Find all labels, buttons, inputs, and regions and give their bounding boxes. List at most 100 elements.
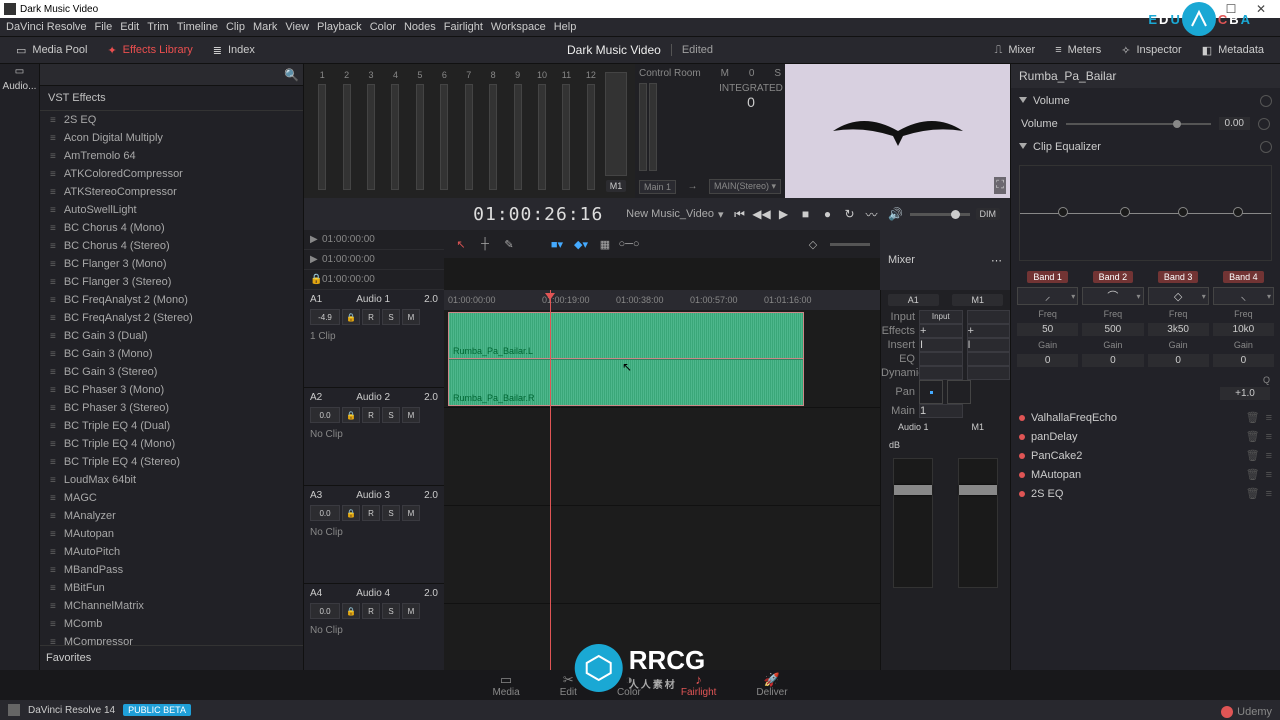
solo-button[interactable]: S (382, 603, 400, 619)
nav-edit[interactable]: ✂Edit (560, 672, 577, 698)
track-header[interactable]: A2Audio 22.00.0🔒RSMNo Clip (304, 388, 444, 486)
menu-timeline[interactable]: Timeline (177, 21, 218, 33)
fx-row[interactable]: panDelay🗑≡ (1011, 427, 1280, 446)
menu-clip[interactable]: Clip (226, 21, 245, 33)
fx-enable-dot[interactable] (1019, 491, 1025, 497)
mute-button[interactable]: M (402, 603, 420, 619)
mute-button[interactable]: M (402, 407, 420, 423)
track-lane-a2[interactable] (444, 408, 880, 506)
eq-graph[interactable] (1019, 165, 1272, 261)
band-label[interactable]: Band 2 (1093, 271, 1134, 283)
mixer-menu-icon[interactable]: ⋯ (991, 254, 1002, 267)
effect-item[interactable]: BC Triple EQ 4 (Dual) (40, 417, 303, 435)
mm-input-slot[interactable]: Input (919, 310, 963, 324)
stop-button[interactable]: ■ (798, 206, 814, 222)
effect-item[interactable]: BC Gain 3 (Mono) (40, 345, 303, 363)
mm-dyn-slot[interactable] (967, 366, 1011, 380)
gain-value[interactable]: 0 (1082, 354, 1143, 367)
gain-value[interactable]: 0 (1148, 354, 1209, 367)
track-header[interactable]: A3Audio 32.00.0🔒RSMNo Clip (304, 486, 444, 584)
mm-eq-slot[interactable] (919, 352, 963, 366)
effect-item[interactable]: MChannelMatrix (40, 597, 303, 615)
menu-playback[interactable]: Playback (317, 21, 362, 33)
playhead[interactable] (550, 290, 551, 670)
nav-color[interactable]: ◑Color (617, 672, 641, 698)
menu-file[interactable]: File (95, 21, 113, 33)
flag-toggle[interactable]: ▦ (598, 237, 612, 251)
fader-a1[interactable] (893, 458, 933, 588)
arm-button[interactable]: R (362, 505, 380, 521)
timeline-name-dropdown[interactable]: New Music_Video ▾ (626, 208, 723, 221)
fader-m1[interactable] (958, 458, 998, 588)
dim-button[interactable]: DIM (976, 208, 1001, 220)
mm-input-slot[interactable] (967, 310, 1011, 324)
timecode-display[interactable]: 01:00:26:16 (458, 204, 618, 225)
effect-item[interactable]: MCompressor (40, 633, 303, 645)
fx-delete-icon[interactable]: 🗑 (1246, 487, 1260, 500)
search-icon[interactable]: 🔍 (284, 68, 299, 82)
arm-button[interactable]: R (362, 603, 380, 619)
band-curve-select[interactable]: ⸜▾ (1213, 287, 1274, 305)
mm-insert-slot[interactable]: I (919, 338, 963, 352)
speaker-icon[interactable]: 🔊 (888, 206, 904, 222)
nav-media[interactable]: ▭Media (492, 672, 519, 698)
fx-delete-icon[interactable]: 🗑 (1246, 430, 1260, 443)
zoom-fit[interactable]: ◇ (806, 237, 820, 251)
loop-button[interactable]: ↻ (842, 206, 858, 222)
reset-button[interactable] (1258, 118, 1270, 130)
mm-effects-slot[interactable]: + (919, 324, 963, 338)
effect-item[interactable]: BC Gain 3 (Dual) (40, 327, 303, 345)
fx-delete-icon[interactable]: 🗑 (1246, 411, 1260, 424)
lock-icon[interactable]: 🔒 (310, 274, 322, 285)
mixer-ch-a1[interactable]: A1 (888, 294, 939, 306)
volume-section-header[interactable]: Volume (1011, 88, 1280, 113)
nav-deliver[interactable]: 🚀Deliver (756, 672, 787, 698)
freq-value[interactable]: 50 (1017, 323, 1078, 336)
fx-menu-icon[interactable]: ≡ (1266, 469, 1272, 481)
track-gain[interactable]: 0.0 (310, 407, 340, 423)
effect-item[interactable]: ATKColoredCompressor (40, 165, 303, 183)
clip-eq-section-header[interactable]: Clip Equalizer (1011, 134, 1280, 159)
effects-library-toggle[interactable]: ✦ Effects Library (97, 44, 202, 57)
fx-menu-icon[interactable]: ≡ (1266, 450, 1272, 462)
band-label[interactable]: Band 4 (1223, 271, 1264, 283)
menu-mark[interactable]: Mark (253, 21, 277, 33)
fx-enable-dot[interactable] (1019, 453, 1025, 459)
mm-pan-a1[interactable] (919, 380, 943, 404)
selection-tool[interactable]: ↖ (454, 237, 468, 251)
reset-button[interactable] (1260, 95, 1272, 107)
solo-button[interactable]: S (382, 407, 400, 423)
audio-clip[interactable]: Rumba_Pa_Bailar.L Rumba_Pa_Bailar.R (448, 312, 804, 406)
arm-button[interactable]: R (362, 407, 380, 423)
band-curve-select[interactable]: ⌒▾ (1082, 287, 1143, 305)
tc-mode-icon[interactable]: ▶ (310, 234, 322, 245)
track-gain[interactable]: -4.9 (310, 309, 340, 325)
nav-fairlight[interactable]: ♪Fairlight (681, 672, 717, 698)
rewind-button[interactable]: ◀◀ (754, 206, 770, 222)
eq-node-3[interactable] (1178, 207, 1188, 217)
menu-trim[interactable]: Trim (147, 21, 169, 33)
effect-item[interactable]: LoudMax 64bit (40, 471, 303, 489)
effect-item[interactable]: BC FreqAnalyst 2 (Mono) (40, 291, 303, 309)
menu-edit[interactable]: Edit (120, 21, 139, 33)
band-label[interactable]: Band 3 (1158, 271, 1199, 283)
link-toggle[interactable]: ○─○ (622, 237, 636, 251)
freq-value[interactable]: 500 (1082, 323, 1143, 336)
effect-item[interactable]: MAutoPitch (40, 543, 303, 561)
track-lane-a4[interactable] (444, 604, 880, 670)
play-button[interactable]: ▶ (776, 206, 792, 222)
monitor-select[interactable]: MAIN(Stereo) ▾ (709, 179, 781, 194)
track-header[interactable]: A1Audio 12.0-4.9🔒RSM1 Clip (304, 290, 444, 388)
fx-menu-icon[interactable]: ≡ (1266, 488, 1272, 500)
effect-item[interactable]: BC Flanger 3 (Mono) (40, 255, 303, 273)
track-header[interactable]: A4Audio 42.00.0🔒RSMNo Clip (304, 584, 444, 670)
close-button[interactable]: ✕ (1246, 2, 1276, 16)
inspector-toggle[interactable]: ✧ Inspector (1111, 44, 1191, 57)
mm-pan-m1[interactable] (947, 380, 971, 404)
effect-item[interactable]: MBitFun (40, 579, 303, 597)
metadata-toggle[interactable]: ◧ Metadata (1192, 44, 1274, 57)
effect-item[interactable]: ATKStereoCompressor (40, 183, 303, 201)
mixer-ch-m1[interactable]: M1 (952, 294, 1003, 306)
eq-node-1[interactable] (1058, 207, 1068, 217)
range-tool[interactable]: ┼ (478, 237, 492, 251)
